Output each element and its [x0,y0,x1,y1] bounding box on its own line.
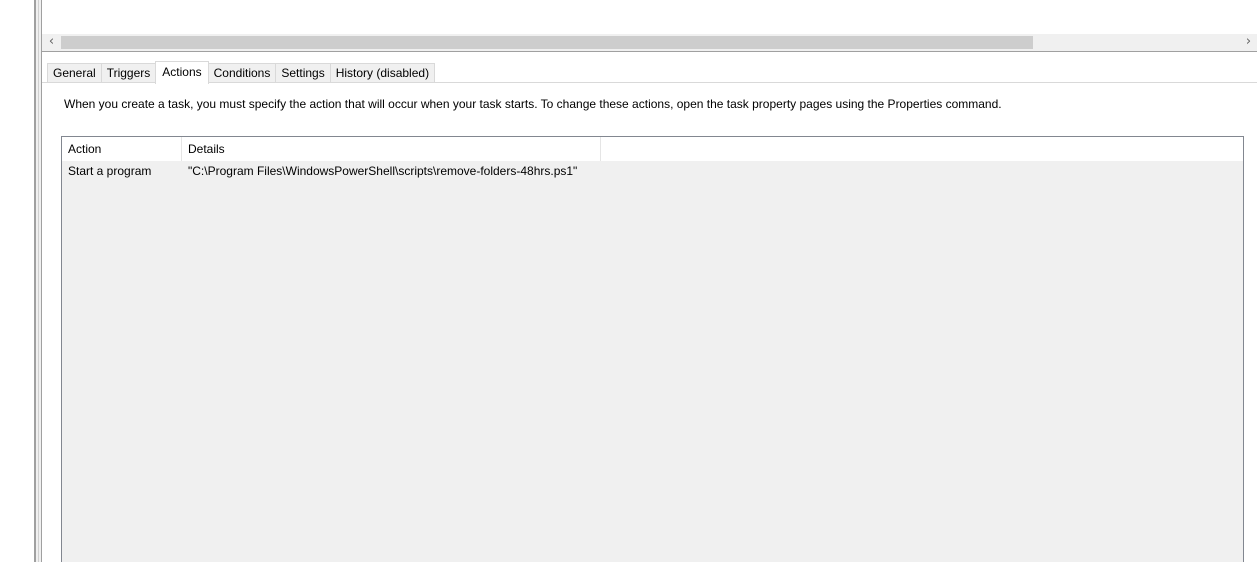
splitter-line [38,0,39,562]
details-cell: "C:\Program Files\WindowsPowerShell\scri… [188,164,578,178]
tab-settings[interactable]: Settings [275,63,331,84]
column-header-details[interactable]: Details [182,137,601,161]
actions-tab-panel: When you create a task, you must specify… [42,83,1257,562]
actions-list-view[interactable]: Action Details Start a program "C:\Progr… [61,136,1244,562]
column-header-filler [601,137,1243,161]
task-list-area[interactable] [42,0,1257,34]
actions-description: When you create a task, you must specify… [64,97,1002,111]
tab-actions[interactable]: Actions [155,61,209,84]
scroll-right-icon[interactable]: › [1240,34,1257,51]
tab-conditions[interactable]: Conditions [207,63,277,84]
tab-triggers[interactable]: Triggers [100,63,157,84]
tab-history[interactable]: History (disabled) [329,63,436,84]
list-item[interactable]: Start a program "C:\Program Files\Window… [62,162,1243,180]
column-header-action[interactable]: Action [62,137,182,161]
tabs-container: General Triggers Actions Conditions Sett… [47,61,436,84]
task-scheduler-detail-pane: ‹ › General Triggers Actions Conditions … [0,0,1257,562]
tab-general[interactable]: General [47,63,102,84]
scroll-left-icon[interactable]: ‹ [43,34,60,51]
list-header: Action Details [62,137,1243,161]
pane-splitter[interactable] [34,0,42,562]
action-cell: Start a program [68,164,152,178]
tab-strip: General Triggers Actions Conditions Sett… [42,52,1257,84]
scrollbar-thumb[interactable] [61,36,1033,49]
horizontal-scrollbar[interactable]: ‹ › [42,34,1257,52]
